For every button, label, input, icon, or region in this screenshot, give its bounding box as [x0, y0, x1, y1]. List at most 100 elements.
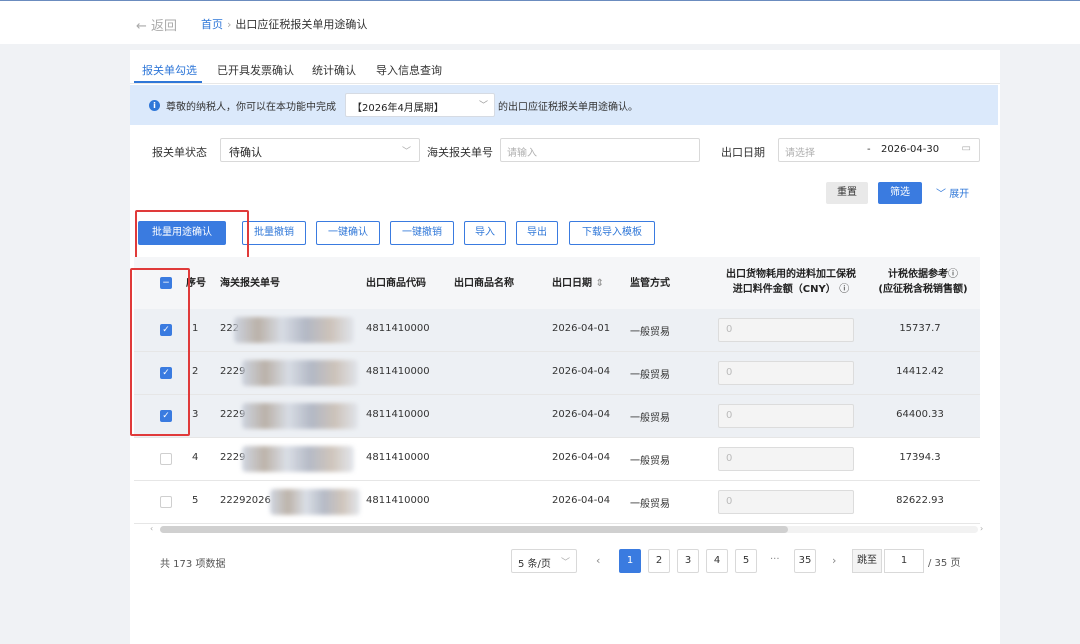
notice-bar: i 尊敬的纳税人，你可以在本功能中完成 【2026年4月属期】 ﹀ 的出口应征税…	[130, 85, 998, 125]
row-supervision: 一般贸易	[630, 370, 670, 381]
col-import-amount-line2: 进口料件金额（CNY） ⓘ	[732, 284, 850, 295]
tab-import-query[interactable]: 导入信息查询	[376, 62, 442, 78]
row-goods-code: 4811410000	[366, 452, 430, 463]
page-3[interactable]: 3	[677, 549, 699, 573]
page-1[interactable]: 1	[619, 549, 641, 573]
row-checkbox[interactable]	[160, 496, 172, 508]
row-goods-code: 4811410000	[366, 409, 430, 420]
row-seq: 4	[192, 452, 199, 463]
info-icon: i	[149, 100, 160, 111]
page-last[interactable]: 35	[794, 549, 816, 573]
back-button[interactable]: ← 返回	[136, 15, 177, 34]
tab-invoiced-confirm[interactable]: 已开具发票确认	[217, 62, 294, 78]
breadcrumb-home[interactable]: 首页	[201, 18, 223, 31]
col-goods-name: 出口商品名称	[454, 278, 514, 289]
customs-no-label: 海关报关单号	[427, 146, 493, 159]
col-goods-code: 出口商品代码	[366, 278, 426, 289]
date-start-placeholder[interactable]: 请选择	[785, 144, 815, 159]
chevron-down-icon: ﹀	[478, 101, 488, 111]
date-separator: -	[867, 144, 871, 155]
chevron-down-icon: ﹀	[560, 558, 570, 568]
row-export-date: 2026-04-01	[552, 323, 611, 334]
sort-icon[interactable]: ⇕	[595, 278, 603, 289]
scroll-thumb[interactable]	[160, 526, 788, 533]
tab-customs-select[interactable]: 报关单勾选	[142, 62, 197, 78]
row-checkbox[interactable]	[160, 453, 172, 465]
import-amount-value: 0	[726, 324, 733, 335]
chevron-down-icon: ﹀	[401, 147, 411, 157]
one-click-confirm-button[interactable]: 一键确认	[316, 221, 380, 245]
row-export-date: 2026-04-04	[552, 366, 611, 377]
row-seq: 5	[192, 495, 199, 506]
prev-page-icon[interactable]: ‹	[596, 554, 600, 567]
chevron-down-icon: ﹀	[936, 189, 950, 200]
table-row[interactable]: ✓ 2 2229 4811410000 2026-04-04 一般贸易 0 14…	[134, 352, 980, 395]
jump-input[interactable]: 1	[884, 549, 924, 573]
row-export-date: 2026-04-04	[552, 495, 611, 506]
row-goods-code: 4811410000	[366, 366, 430, 377]
table-row[interactable]: ✓ 3 2229 4811410000 2026-04-04 一般贸易 0 64…	[134, 395, 980, 438]
page-4[interactable]: 4	[706, 549, 728, 573]
next-page-icon[interactable]: ›	[832, 554, 836, 567]
download-template-button[interactable]: 下载导入模板	[569, 221, 655, 245]
page-2[interactable]: 2	[648, 549, 670, 573]
row-customs-no: 22292026	[220, 495, 271, 506]
row-seq: 3	[192, 409, 199, 420]
row-tax-basis: 82622.93	[896, 495, 944, 506]
expand-label: 展开	[949, 189, 970, 200]
col-tax-basis: 计税依据参考ⓘ (应征税含税销售额)	[868, 267, 978, 297]
export-button[interactable]: 导出	[516, 221, 558, 245]
row-goods-code: 4811410000	[366, 495, 430, 506]
col-supervision: 监管方式	[630, 278, 670, 289]
page-jumper: 跳至 1 / 35 页	[852, 549, 970, 573]
redacted-mask	[242, 403, 358, 429]
row-supervision: 一般贸易	[630, 456, 670, 467]
back-label[interactable]: 返回	[151, 19, 177, 34]
row-goods-code: 4811410000	[366, 323, 430, 334]
redacted-mask	[270, 489, 360, 515]
import-amount-input[interactable]: 0	[718, 318, 854, 342]
col-export-date[interactable]: 出口日期 ⇕	[552, 276, 604, 291]
page-5[interactable]: 5	[735, 549, 757, 573]
export-date-range[interactable]: 请选择 - 2026-04-30 ▭	[778, 138, 980, 162]
import-button[interactable]: 导入	[464, 221, 506, 245]
period-select[interactable]: 【2026年4月属期】 ﹀	[345, 93, 495, 117]
scroll-right-icon[interactable]: ›	[980, 524, 983, 533]
import-amount-input[interactable]: 0	[718, 447, 854, 471]
expand-toggle[interactable]: ﹀ 展开	[936, 185, 969, 200]
customs-no-placeholder: 请输入	[507, 148, 537, 159]
batch-revoke-button[interactable]: 批量撤销	[242, 221, 306, 245]
breadcrumb-current: 出口应征税报关单用途确认	[235, 18, 368, 31]
row-supervision: 一般贸易	[630, 327, 670, 338]
table-row[interactable]: ✓ 1 222 4811410000 2026-04-01 一般贸易 0 157…	[134, 309, 980, 352]
col-export-date-label: 出口日期	[552, 278, 592, 289]
table-row[interactable]: 5 22292026 4811410000 2026-04-04 一般贸易 0 …	[134, 481, 980, 524]
import-amount-input[interactable]: 0	[718, 404, 854, 428]
total-count: 共 173 项数据	[160, 559, 226, 570]
status-select[interactable]: 待确认 ﹀	[220, 138, 420, 162]
info-icon: ⓘ	[839, 284, 850, 295]
reset-button[interactable]: 重置	[826, 182, 868, 204]
tab-stat-confirm[interactable]: 统计确认	[312, 62, 356, 78]
row-tax-basis: 15737.7	[899, 323, 941, 334]
import-amount-value: 0	[726, 367, 733, 378]
row-export-date: 2026-04-04	[552, 409, 611, 420]
active-tab-indicator	[134, 81, 202, 83]
horizontal-scrollbar[interactable]: ‹ ›	[150, 524, 990, 534]
redacted-mask	[234, 317, 354, 343]
row-export-date: 2026-04-04	[552, 452, 611, 463]
row-seq: 1	[192, 323, 199, 334]
col-import-amount: 出口货物耗用的进料加工保税 进口料件金额（CNY） ⓘ	[716, 267, 866, 297]
page-ellipsis[interactable]: ···	[770, 554, 780, 565]
import-amount-value: 0	[726, 410, 733, 421]
filter-button[interactable]: 筛选	[878, 182, 922, 204]
scroll-left-icon[interactable]: ‹	[150, 524, 153, 533]
one-click-revoke-button[interactable]: 一键撤销	[390, 221, 454, 245]
date-end-value[interactable]: 2026-04-30	[881, 144, 939, 155]
customs-no-input[interactable]: 请输入	[500, 138, 700, 162]
page-size-select[interactable]: 5 条/页 ﹀	[511, 549, 577, 573]
notice-tail: 的出口应征税报关单用途确认。	[498, 102, 638, 113]
import-amount-input[interactable]: 0	[718, 490, 854, 514]
import-amount-input[interactable]: 0	[718, 361, 854, 385]
table-row[interactable]: 4 2229 4811410000 2026-04-04 一般贸易 0 1739…	[134, 438, 980, 481]
